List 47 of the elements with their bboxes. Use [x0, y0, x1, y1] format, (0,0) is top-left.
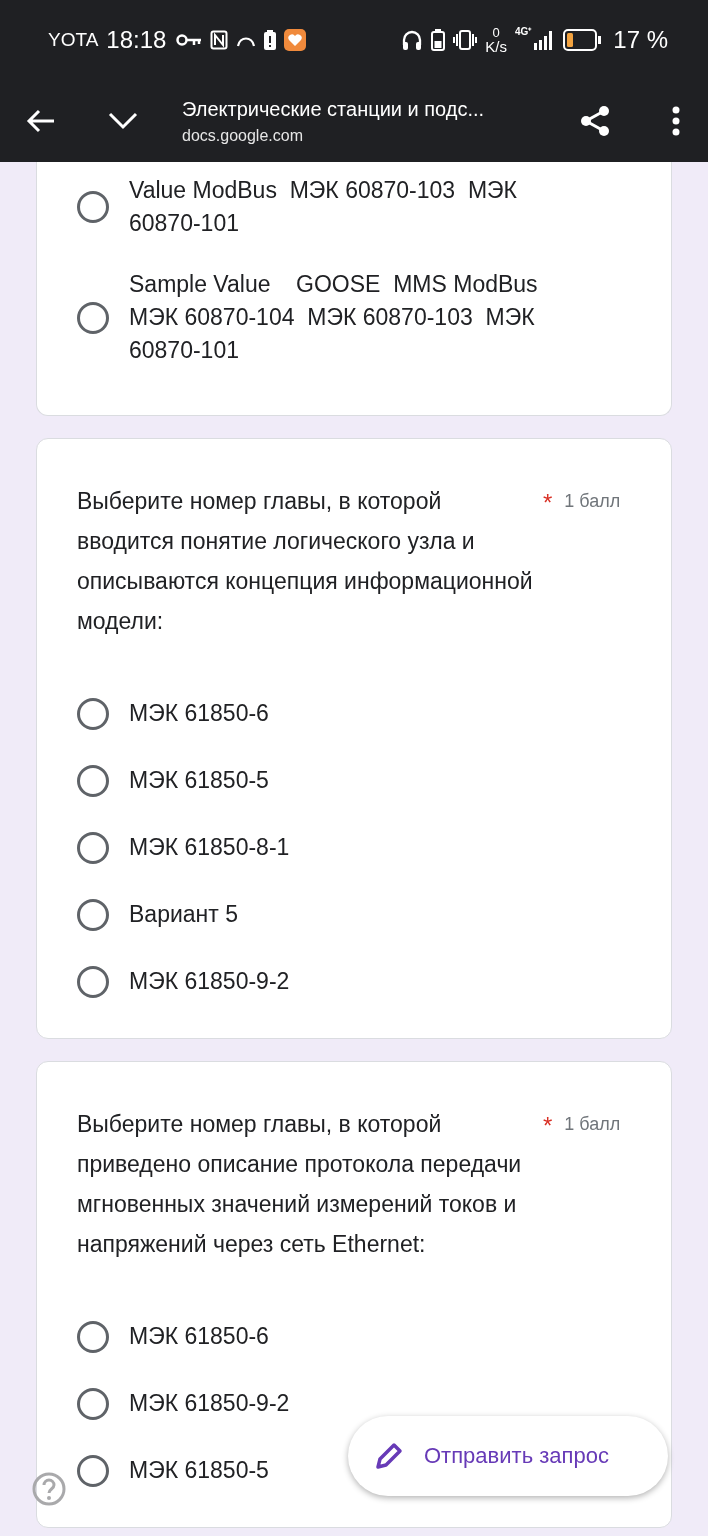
points-label: 1 балл [564, 1114, 621, 1135]
vibrate-icon [453, 29, 478, 51]
battery-level-icon [563, 29, 602, 51]
option-label: МЭК 61850-9-2 [129, 967, 290, 996]
option-label: Вариант 5 [129, 900, 238, 929]
battery-icon [431, 29, 446, 51]
points-label: 1 балл [564, 491, 621, 512]
radio-button[interactable] [77, 831, 109, 864]
share-icon[interactable] [578, 104, 612, 138]
option-label: МЭК 61850-6 [129, 699, 269, 728]
question-text: Выберите номер главы, в которой вводится понятие логического узла и описываются концепция информационной модели: [77, 487, 533, 636]
option-label: МЭК 61850-5 [129, 1456, 269, 1485]
back-arrow-icon[interactable] [26, 108, 56, 134]
speed-unit: K/s [485, 39, 507, 54]
required-mark: * [543, 1112, 553, 1140]
headphones-icon [401, 29, 424, 51]
option-label: МЭК 61850-8-1 [129, 833, 290, 862]
option-label: Sample Value GOOSE MMS ModBus МЭК 60870-104 МЭК 60870-103 МЭК 60870-101 [129, 270, 539, 365]
clock-time: 18:18 [106, 26, 167, 54]
submit-request-button[interactable]: Отправить запрос [348, 1416, 668, 1496]
battery-alert-icon [264, 30, 277, 50]
radio-button[interactable] [77, 301, 109, 334]
more-menu-icon[interactable] [672, 106, 680, 136]
radio-button[interactable] [77, 764, 109, 797]
radio-button[interactable] [77, 898, 109, 931]
key-icon [176, 32, 203, 48]
option-label: МЭК 61850-5 [129, 766, 269, 795]
network-type: 4G⁺ [514, 25, 532, 38]
radio-button[interactable] [77, 1454, 109, 1487]
required-mark: * [543, 489, 553, 517]
battery-percent: 17 % [613, 26, 668, 54]
radio-button[interactable] [77, 1387, 109, 1420]
radio-button[interactable] [77, 965, 109, 998]
chevron-down-icon[interactable] [108, 112, 138, 130]
radio-button[interactable] [77, 191, 109, 223]
option-label: МЭК 61850-9-2 [129, 1389, 290, 1418]
heart-app-icon [284, 29, 307, 51]
option-label: Value ModBus МЭК 60870-103 МЭК 60870-101 [129, 176, 518, 238]
option-label: МЭК 61850-6 [129, 1322, 269, 1351]
carrier-name: YOTA [48, 29, 99, 51]
page-title: Электрические станции и подс... [182, 97, 486, 121]
radio-button[interactable] [77, 697, 109, 730]
radio-button[interactable] [77, 1320, 109, 1353]
page-url: docs.google.com [182, 126, 304, 145]
question-text: Выберите номер главы, в которой приведено описание протокола передачи мгновенных значений измерений токов и напряжений через сеть Ethernet: [77, 1110, 523, 1259]
speed-value: 0 [492, 26, 500, 39]
nfc-icon [210, 30, 229, 50]
